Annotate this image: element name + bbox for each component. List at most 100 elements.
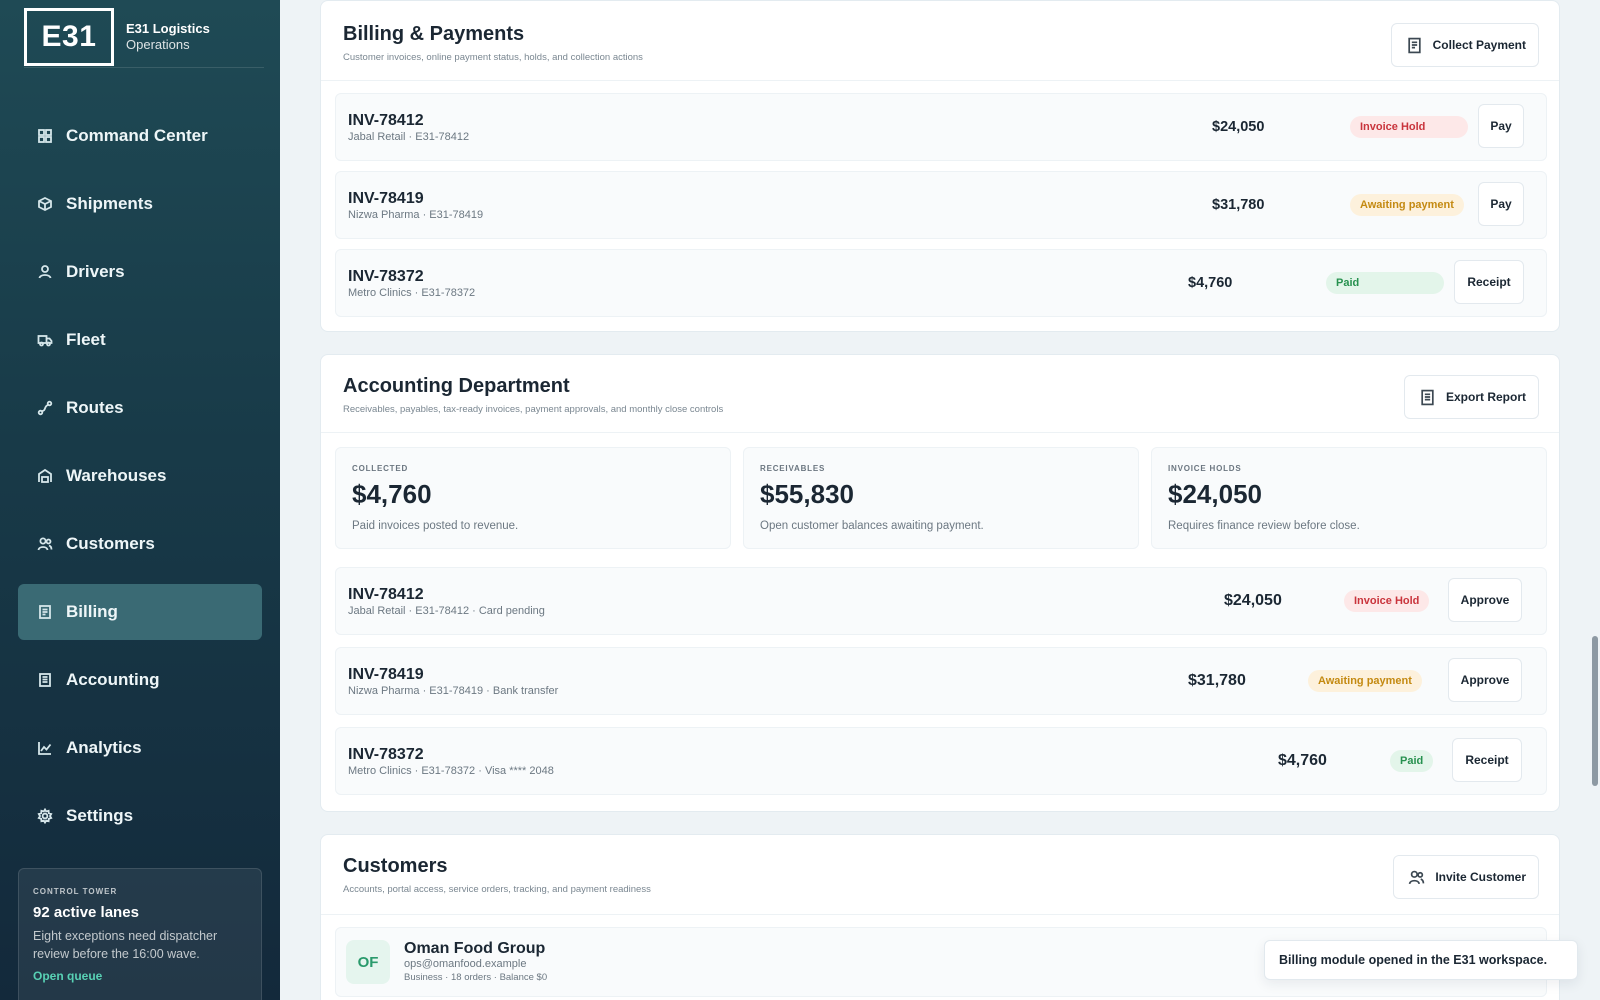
receipt-button[interactable]: Receipt: [1452, 738, 1522, 782]
kpi-label: RECEIVABLES: [760, 464, 826, 473]
invoice-id: INV-78419: [348, 666, 424, 683]
invoice-amount: $31,780: [1212, 197, 1265, 213]
sidebar-item-fleet[interactable]: Fleet: [18, 312, 262, 368]
control-tower-description: Eight exceptions need dispatcher review …: [33, 929, 218, 961]
status-badge: Invoice Hold: [1344, 590, 1430, 612]
pay-button[interactable]: Pay: [1478, 104, 1524, 148]
sidebar-nav: Command Center Shipments Drivers Fleet R…: [18, 108, 262, 856]
sidebar-item-label: Routes: [66, 398, 124, 417]
invoice-id: INV-78372: [348, 746, 424, 763]
invoice-amount: $31,780: [1188, 672, 1246, 689]
brand-logo: E31: [24, 7, 114, 66]
chart-icon: [36, 739, 54, 757]
kpi-receivables: RECEIVABLES $55,830 Open customer balanc…: [743, 447, 1139, 549]
sidebar-item-label: Command Center: [66, 126, 208, 145]
sidebar-item-customers[interactable]: Customers: [18, 516, 262, 572]
accounting-subtitle: Receivables, payables, tax-ready invoice…: [343, 404, 724, 415]
accounting-card: Accounting Department Receivables, payab…: [320, 354, 1560, 812]
collect-payment-button[interactable]: Collect Payment: [1390, 23, 1539, 67]
scrollbar-thumb[interactable]: [1592, 636, 1598, 786]
table-row: INV-78372 Metro Clinics · E31-78372 $4,7…: [335, 249, 1547, 317]
invoice-amount: $24,050: [1212, 119, 1265, 135]
sidebar-item-label: Fleet: [66, 330, 106, 349]
invoice-id: INV-78372: [348, 268, 424, 285]
kpi-note: Open customer balances awaiting payment.: [760, 520, 984, 532]
collect-payment-label: Collect Payment: [1432, 38, 1526, 52]
export-report-button[interactable]: Export Report: [1403, 375, 1539, 419]
kpi-note: Paid invoices posted to revenue.: [352, 520, 519, 532]
ledger-icon: [36, 671, 54, 689]
invoice-meta: Nizwa Pharma · E31-78419: [348, 209, 484, 221]
kpi-invoice-holds: INVOICE HOLDS $24,050 Requires finance r…: [1151, 447, 1547, 549]
approve-button[interactable]: Approve: [1448, 578, 1522, 622]
billing-card: Billing & Payments Customer invoices, on…: [320, 0, 1560, 332]
sidebar-item-label: Drivers: [66, 262, 125, 281]
invoice-meta: Jabal Retail · E31-78412 · Card pending: [348, 605, 545, 617]
invoice-meta: Metro Clinics · E31-78372: [348, 287, 476, 299]
invoice-meta: Metro Clinics · E31-78372 · Visa **** 20…: [348, 765, 554, 777]
kpi-label: INVOICE HOLDS: [1168, 464, 1242, 473]
invoice-meta: Jabal Retail · E31-78412: [348, 131, 470, 143]
users-icon: [36, 535, 54, 553]
invoice-amount: $4,760: [1188, 275, 1233, 291]
sidebar-item-accounting[interactable]: Accounting: [18, 652, 262, 708]
sidebar: E31 E31 Logistics Operations Command Cen…: [0, 0, 280, 1000]
warehouse-icon: [36, 467, 54, 485]
invoice-id: INV-78419: [348, 190, 424, 207]
status-badge: Awaiting payment: [1350, 194, 1464, 216]
control-tower-title: 92 active lanes: [33, 904, 139, 921]
sidebar-item-label: Accounting: [66, 670, 160, 689]
kpi-collected: COLLECTED $4,760 Paid invoices posted to…: [335, 447, 731, 549]
kpi-label: COLLECTED: [352, 464, 409, 473]
sidebar-item-label: Shipments: [66, 194, 153, 213]
invoice-amount: $24,050: [1224, 592, 1282, 609]
accounting-header: Accounting Department Receivables, payab…: [321, 355, 1559, 433]
billing-header: Billing & Payments Customer invoices, on…: [321, 1, 1559, 81]
approve-button[interactable]: Approve: [1448, 658, 1522, 702]
document-icon: [1421, 389, 1434, 405]
sidebar-item-drivers[interactable]: Drivers: [18, 244, 262, 300]
receipt-button[interactable]: Receipt: [1454, 260, 1524, 304]
open-queue-link[interactable]: Open queue: [33, 969, 247, 983]
table-row: INV-78372 Metro Clinics · E31-78372 · Vi…: [335, 727, 1547, 795]
status-badge: Paid: [1326, 272, 1444, 294]
gear-icon: [36, 807, 54, 825]
truck-icon: [36, 331, 54, 349]
person-icon: [36, 263, 54, 281]
receipt-icon: [36, 603, 54, 621]
sidebar-item-warehouses[interactable]: Warehouses: [18, 448, 262, 504]
invite-customer-label: Invite Customer: [1435, 870, 1526, 884]
sidebar-item-label: Analytics: [66, 738, 142, 757]
customer-meta: Business · 18 orders · Balance $0: [404, 972, 548, 983]
table-row: INV-78412 Jabal Retail · E31-78412 · Car…: [335, 567, 1547, 635]
sidebar-item-routes[interactable]: Routes: [18, 380, 262, 436]
table-row: INV-78412 Jabal Retail · E31-78412 $24,0…: [335, 93, 1547, 161]
table-row: INV-78419 Nizwa Pharma · E31-78419 · Ban…: [335, 647, 1547, 715]
accounting-title: Accounting Department: [343, 375, 570, 397]
sidebar-item-analytics[interactable]: Analytics: [18, 720, 262, 776]
customers-title: Customers: [343, 855, 448, 877]
kpi-value: $55,830: [760, 479, 854, 509]
invite-customer-button[interactable]: Invite Customer: [1393, 855, 1539, 899]
kpi-note: Requires finance review before close.: [1168, 520, 1360, 532]
sidebar-item-shipments[interactable]: Shipments: [18, 176, 262, 232]
status-badge: Awaiting payment: [1308, 670, 1422, 692]
users-icon: [1409, 870, 1425, 884]
invoice-id: INV-78412: [348, 586, 424, 603]
control-tower-kicker: CONTROL TOWER: [33, 887, 118, 896]
invoice-meta: Nizwa Pharma · E31-78419 · Bank transfer: [348, 685, 559, 697]
sidebar-item-settings[interactable]: Settings: [18, 788, 262, 844]
status-badge: Invoice Hold: [1350, 116, 1468, 138]
status-badge: Paid: [1390, 750, 1434, 772]
billing-title: Billing & Payments: [343, 23, 525, 45]
invoice-amount: $4,760: [1278, 752, 1327, 769]
customer-name: Oman Food Group: [404, 940, 546, 957]
sidebar-item-command-center[interactable]: Command Center: [18, 108, 262, 164]
main-content: Billing & Payments Customer invoices, on…: [280, 0, 1600, 1000]
sidebar-item-label: Settings: [66, 806, 134, 825]
pay-button[interactable]: Pay: [1478, 182, 1524, 226]
customer-email: ops@omanfood.example: [404, 958, 527, 970]
sidebar-item-billing[interactable]: Billing: [18, 584, 262, 640]
brand[interactable]: E31 E31 Logistics Operations: [24, 7, 264, 68]
avatar: OF: [346, 940, 390, 984]
